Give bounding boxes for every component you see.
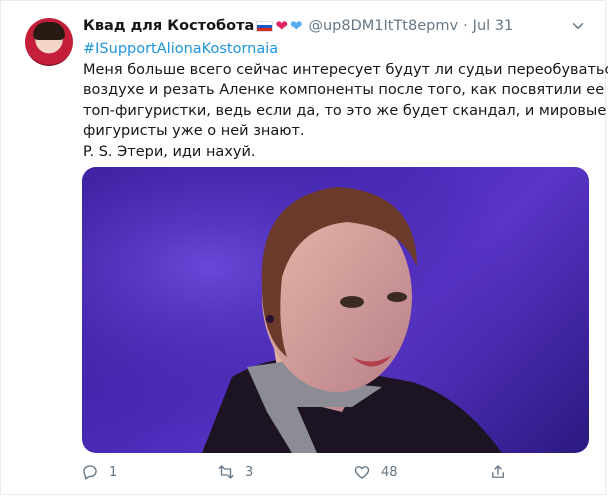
tweet-header: Квад для Костобота ❤ ❤ @up8DM1ItTt8epmv …	[83, 15, 589, 37]
retweet-button[interactable]: 3	[217, 463, 253, 481]
russian-flag-icon	[256, 20, 274, 32]
share-button[interactable]	[489, 463, 507, 481]
tweet-date[interactable]: Jul 31	[473, 18, 514, 34]
avatar[interactable]	[25, 18, 73, 66]
chevron-down-icon[interactable]	[569, 17, 587, 35]
tweet-text-line: P. S. Этери, иди нахуй.	[83, 143, 256, 160]
tweet-text-line: Меня больше всего сейчас интересует буду…	[83, 61, 608, 78]
tweet-text-line: фигуристы уже о ней знают.	[83, 123, 305, 139]
tweet-actions: 1 3 48	[81, 463, 521, 485]
reply-count: 1	[109, 464, 118, 480]
reply-icon	[83, 465, 97, 480]
reply-button[interactable]: 1	[81, 463, 117, 481]
tweet-media-photo[interactable]	[82, 167, 589, 453]
heart-outline-icon	[354, 466, 370, 479]
hashtag-link[interactable]: #ISupportAlionaKostornaia	[83, 39, 593, 60]
share-icon	[492, 465, 504, 478]
tweet-text-line: топ-фигуристки, ведь если да, то это же …	[83, 102, 607, 119]
header-separator: ·	[463, 18, 468, 34]
like-count: 48	[381, 464, 398, 480]
figure-skater-photo	[82, 167, 589, 453]
retweet-count: 3	[245, 464, 254, 480]
tweet-card[interactable]: Квад для Костобота ❤ ❤ @up8DM1ItTt8epmv …	[0, 0, 608, 495]
retweet-icon	[218, 465, 234, 479]
tweet-text: #ISupportAlionaKostornaia Меня больше вс…	[83, 39, 608, 162]
like-button[interactable]: 48	[353, 463, 398, 481]
avatar-hair	[33, 22, 65, 40]
blue-heart-icon: ❤	[289, 16, 303, 35]
tweet-text-line: воздухе и резать Аленке компоненты после…	[83, 82, 608, 98]
display-name[interactable]: Квад для Костобота	[83, 18, 254, 34]
user-handle[interactable]: @up8DM1ItTt8epmv	[308, 18, 458, 34]
red-heart-icon: ❤	[275, 16, 288, 35]
